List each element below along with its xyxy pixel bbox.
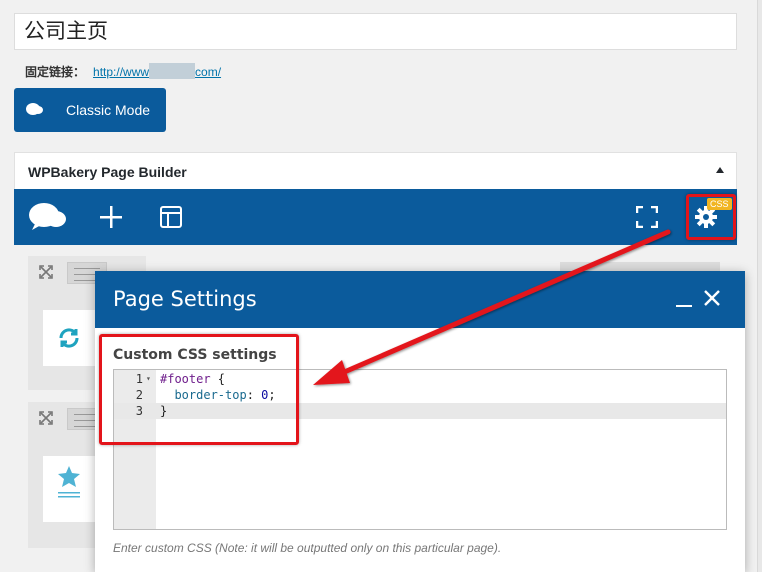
annotation-arrow — [313, 229, 671, 385]
